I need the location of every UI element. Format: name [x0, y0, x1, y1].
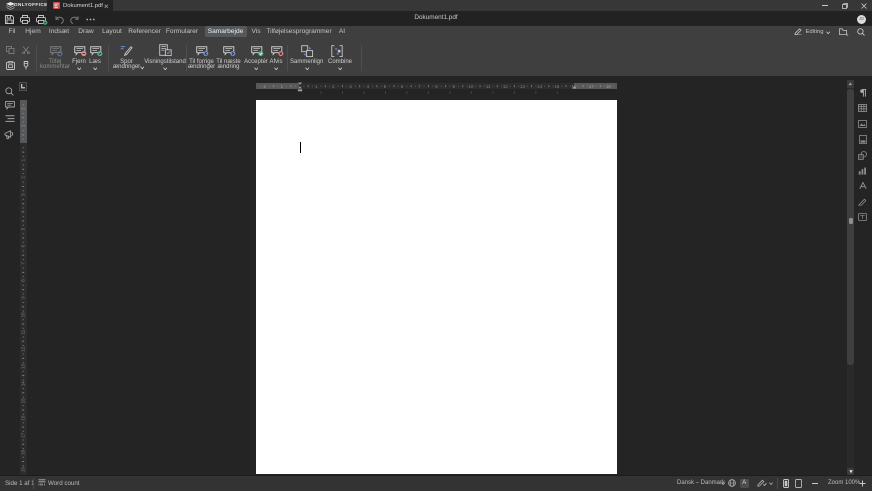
svg-text:3: 3	[21, 193, 26, 196]
svg-text:18: 18	[21, 449, 26, 454]
svg-text:17: 17	[21, 432, 26, 437]
svg-text:4: 4	[367, 84, 370, 89]
svg-text:10: 10	[21, 312, 26, 317]
svg-text:15: 15	[554, 84, 559, 89]
svg-text:13: 13	[21, 364, 26, 369]
svg-text:8: 8	[21, 279, 26, 282]
svg-text:8: 8	[435, 84, 438, 89]
svg-text:14: 14	[537, 84, 542, 89]
svg-text:1: 1	[281, 84, 284, 89]
svg-text:6: 6	[401, 84, 404, 89]
svg-text:2: 2	[21, 176, 26, 179]
svg-text:2: 2	[21, 107, 26, 110]
svg-text:2: 2	[263, 84, 266, 89]
svg-text:11: 11	[21, 329, 26, 334]
svg-text:19: 19	[21, 467, 26, 472]
svg-text:2: 2	[332, 84, 335, 89]
svg-text:11: 11	[486, 84, 491, 89]
svg-text:3: 3	[349, 84, 352, 89]
svg-text:9: 9	[21, 296, 26, 299]
svg-text:12: 12	[21, 346, 26, 351]
svg-text:12: 12	[503, 84, 508, 89]
svg-text:17: 17	[589, 84, 594, 89]
svg-text:16: 16	[21, 415, 26, 420]
svg-text:14: 14	[21, 381, 26, 386]
svg-text:6: 6	[21, 244, 26, 247]
svg-text:1: 1	[315, 84, 318, 89]
svg-text:9: 9	[452, 84, 455, 89]
svg-text:1: 1	[21, 124, 26, 127]
svg-text:5: 5	[384, 84, 387, 89]
svg-text:10: 10	[468, 84, 473, 89]
svg-text:7: 7	[418, 84, 421, 89]
svg-text:5: 5	[21, 227, 26, 230]
svg-text:4: 4	[21, 210, 26, 213]
svg-text:18: 18	[606, 84, 611, 89]
svg-text:1: 1	[21, 158, 26, 161]
svg-text:7: 7	[21, 262, 26, 265]
svg-text:13: 13	[520, 84, 525, 89]
svg-text:15: 15	[21, 398, 26, 403]
